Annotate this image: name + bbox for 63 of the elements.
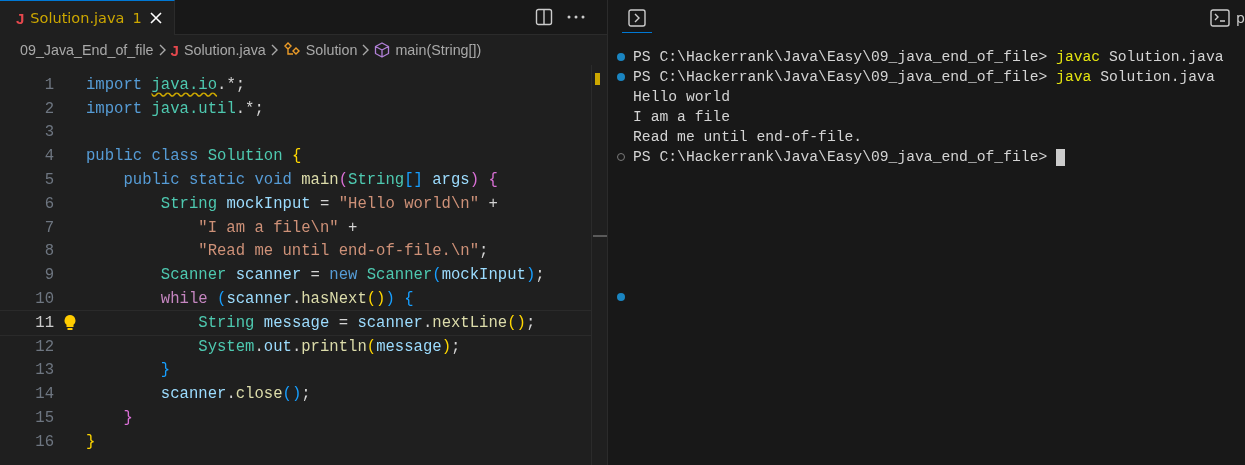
code-line: } [122,409,133,428]
breadcrumb-item[interactable]: main(String[]) [395,42,482,58]
line-number: 6 [43,194,54,213]
chevron-box-icon [628,8,646,27]
problem-count: 1 [132,10,142,26]
class-icon [282,42,301,58]
code-line: } [159,361,171,380]
code-line: Scanner scanner = new Scanner(mockInput); [159,266,545,285]
terminal-line: Read me until end-of-file. [633,129,863,145]
command-status-dot[interactable] [616,73,625,81]
line-number: 12 [34,337,54,356]
split-editor-icon[interactable] [535,8,553,26]
line-number: 15 [34,409,54,428]
close-icon[interactable] [147,10,164,26]
terminal-icon [1210,8,1231,27]
line-number: 5 [43,171,54,190]
line-number: 8 [43,242,54,261]
chevron-icon [361,43,371,57]
line-number: 10 [34,290,54,309]
line-number: 14 [34,385,54,404]
code-line: scanner.close(); [159,385,311,404]
code-line: System.out.println(message); [197,337,461,356]
terminal-line: I am a file [633,109,730,125]
code-line: } [86,432,96,451]
command-status-dot[interactable] [616,293,625,301]
code-line: String mockInput = "Hello world\n" + [159,194,498,213]
terminal-line: PS C:\Hackerrank\Java\Easy\09_java_end_of_file> [633,149,1049,165]
cube-icon [374,42,391,58]
line-number: 9 [43,266,54,285]
lightbulb-icon[interactable] [63,314,77,332]
breadcrumb-item[interactable]: Solution.java [183,42,266,58]
line-number: 1 [43,75,54,94]
breadcrumb-item[interactable]: 09_Java_End_of_file [20,42,154,58]
line-number: 4 [43,147,54,166]
terminal-line: PS C:\Hackerrank\Java\Easy\09_java_end_of_file> java Solution.java [633,69,1215,85]
code-line: String message = scanner.nextLine(); [197,313,536,332]
code-line: public static void main(String[] args) { [122,171,498,190]
chevron-icon [269,43,279,57]
terminal-line: PS C:\Hackerrank\Java\Easy\09_java_end_of_file> javac Solution.java [633,49,1224,65]
java-file-icon: J [16,9,25,27]
code-line: "Read me until end-of-file.\n"; [197,242,489,261]
command-status-dot[interactable] [616,53,625,61]
code-line: "I am a file\n" + [197,218,358,237]
breadcrumb-item[interactable]: Solution [305,42,358,58]
code-line: while (scanner.hasNext()) { [159,290,414,309]
line-number: 7 [43,218,54,237]
java-file-icon: J [170,41,179,59]
line-number: 2 [43,99,54,118]
code-line: import java.io.*; [86,75,246,94]
warning-marker [595,73,600,85]
line-number: 13 [34,361,54,380]
chevron-icon [157,43,167,57]
line-number: 11 [34,313,54,332]
terminal-session-label[interactable]: p [1236,9,1245,26]
more-actions-icon[interactable] [567,15,585,19]
terminal-line: Hello world [633,89,730,105]
line-number: 16 [34,432,54,451]
code-line: public class Solution { [86,147,302,166]
editor-tab[interactable]: J Solution.java 1 [0,0,175,35]
cursor-marker [593,235,607,237]
tab-label: Solution.java [30,10,125,26]
line-number: 3 [43,123,54,142]
code-line: import java.util.*; [86,99,264,118]
